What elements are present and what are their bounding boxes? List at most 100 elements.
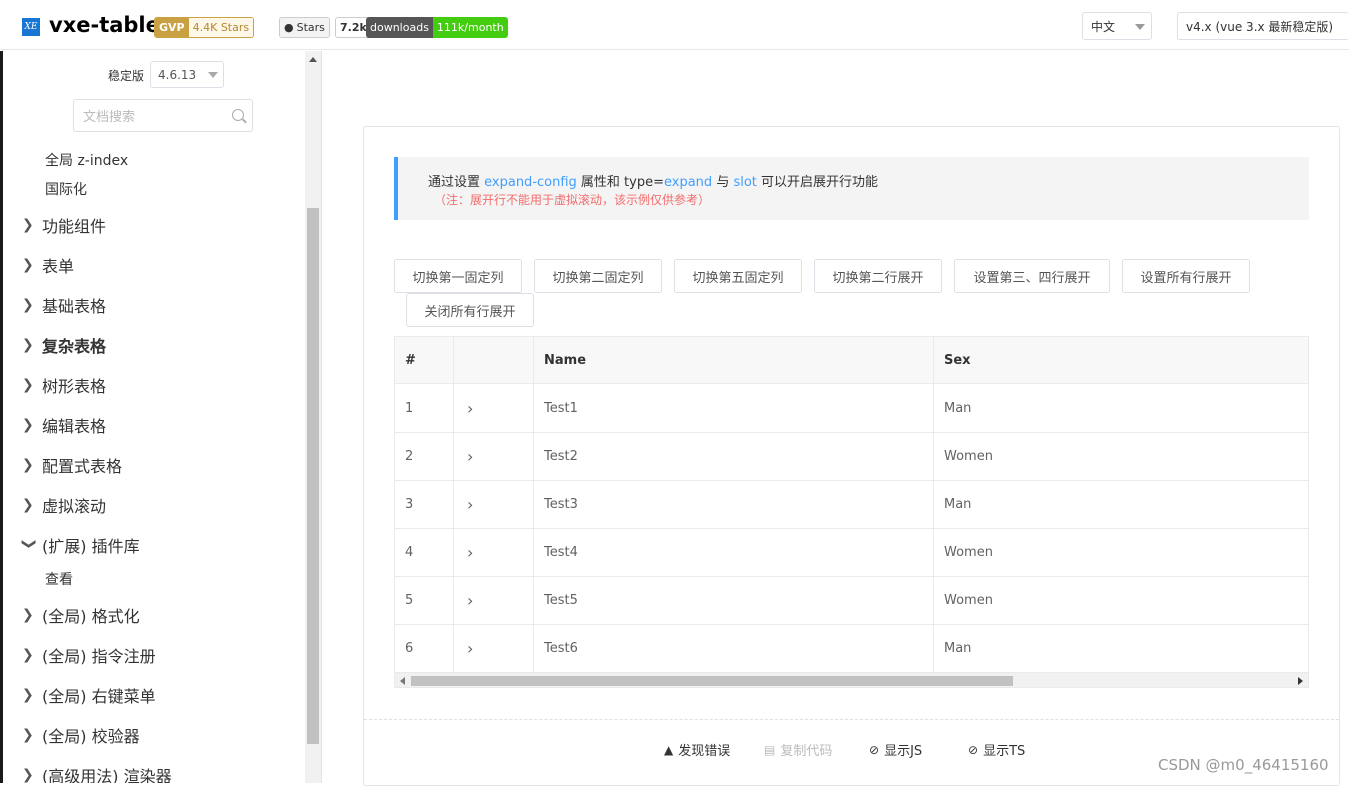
row-seq: 4 [405,545,414,560]
language-select-value: 中文 [1091,19,1116,34]
sidebar-item-label: (全局) 指令注册 [42,647,156,666]
sidebar-sub-view[interactable]: 查看 [45,569,73,589]
sidebar-item-label: 配置式表格 [42,457,123,476]
sidebar-item-context-menu[interactable]: ❯ (全局) 右键菜单 [22,683,156,707]
sidebar-sub-i18n[interactable]: 国际化 [45,179,87,199]
row-name[interactable]: Test1 [544,385,578,432]
sidebar-item-form[interactable]: ❯ 表单 [22,253,74,277]
chevron-right-icon[interactable]: › [467,625,473,672]
chevron-right-icon: ❯ [22,337,34,353]
toggle-first-fixed-button[interactable]: 切换第一固定列 [394,259,522,293]
sidebar-item-plugins[interactable]: ❯ (扩展) 插件库 [21,533,140,557]
chevron-right-icon: ❯ [22,297,34,313]
downloads-badge-value: 111k/month [432,17,508,38]
tip-text: 与 [712,175,734,190]
scroll-left-icon[interactable] [400,677,405,685]
row-seq: 1 [405,401,414,416]
sidebar-item-label: 树形表格 [42,377,107,396]
github-badge-label: ● Stars [280,18,329,37]
version-select[interactable]: v4.x (vue 3.x 最新稳定版) [1177,12,1349,40]
logo-icon[interactable]: XE [22,18,40,36]
toggle-second-row-expand-button[interactable]: 切换第二行展开 [814,259,942,293]
sidebar-item-label: (全局) 格式化 [42,607,140,626]
doc-search-input[interactable]: 文档搜索 [73,99,253,132]
toggle-second-fixed-button[interactable]: 切换第二固定列 [534,259,662,293]
expand-rows-3-4-button[interactable]: 设置第三、四行展开 [954,259,1110,293]
sidebar-item-tree-table[interactable]: ❯ 树形表格 [22,373,106,397]
sidebar-item-basic-table[interactable]: ❯ 基础表格 [22,293,106,317]
chevron-right-icon: ❯ [22,457,34,473]
chevron-right-icon[interactable]: › [467,529,473,576]
show-js-button[interactable]: ⊘ 显示JS [869,740,923,760]
report-error-label: 发现错误 [678,744,731,759]
tip-text: 通过设置 [428,175,485,190]
scroll-up-icon[interactable] [309,57,317,62]
sidebar-item-config-table[interactable]: ❯ 配置式表格 [22,453,122,477]
row-name[interactable]: Test3 [544,481,578,528]
sidebar-item-directives[interactable]: ❯ (全局) 指令注册 [22,643,156,667]
chevron-right-icon[interactable]: › [467,481,473,528]
table-scroll-thumb[interactable] [411,676,1013,686]
header-seq[interactable]: # [405,337,416,384]
sidebar-version-select[interactable]: 4.6.13 [150,61,224,88]
sidebar-item-edit-table[interactable]: ❯ 编辑表格 [22,413,106,437]
sidebar-item-complex-table[interactable]: ❯ 复杂表格 [22,333,106,357]
row-sex[interactable]: Man [944,481,971,528]
row-name[interactable]: Test2 [544,433,578,480]
chevron-right-icon: ❯ [22,607,34,623]
search-placeholder: 文档搜索 [83,110,136,125]
show-ts-button[interactable]: ⊘ 显示TS [968,740,1026,760]
row-sex[interactable]: Women [944,577,993,624]
sidebar-item-renderer[interactable]: ❯ (高级用法) 渲染器 [22,763,172,783]
sidebar-scroll-thumb[interactable] [307,208,319,744]
row-seq: 5 [405,593,414,608]
chevron-right-icon: ❯ [22,257,34,273]
github-stars-badge[interactable]: ● Stars [279,17,330,38]
chevron-down-icon: ❯ [21,538,37,550]
tip-keyword: expand [664,175,713,190]
row-divider [395,576,1308,577]
sidebar-sub-z-index[interactable]: 全局 z-index [45,150,128,170]
copy-code-button[interactable]: ▤ 复制代码 [764,740,832,760]
row-sex[interactable]: Man [944,625,971,672]
sidebar-item-formatter[interactable]: ❯ (全局) 格式化 [22,603,140,627]
sidebar-item-label: 复杂表格 [42,337,107,356]
chevron-down-icon [208,72,218,78]
collapse-all-rows-button[interactable]: 关闭所有行展开 [406,293,534,327]
sidebar-item-label: 功能组件 [42,217,107,236]
show-js-label: 显示JS [884,744,923,759]
brand-title[interactable]: vxe-table [49,13,160,37]
sidebar-item-feature-components[interactable]: ❯ 功能组件 [22,213,106,237]
sidebar-item-validator[interactable]: ❯ (全局) 校验器 [22,723,140,747]
chevron-right-icon[interactable]: › [467,577,473,624]
row-name[interactable]: Test5 [544,577,578,624]
row-sex[interactable]: Man [944,385,971,432]
header-name[interactable]: Name [544,337,586,384]
header-sex[interactable]: Sex [944,337,971,384]
row-sex[interactable]: Women [944,433,993,480]
gvp-stars-badge[interactable]: GVP 4.4K Stars [154,17,255,38]
sidebar-item-label: (全局) 校验器 [42,727,140,746]
chevron-right-icon: ❯ [22,647,34,663]
sidebar-scrollbar[interactable] [305,51,321,783]
sidebar-item-label: 虚拟滚动 [42,497,107,516]
chevron-right-icon[interactable]: › [467,385,473,432]
scroll-right-icon[interactable] [1298,677,1303,685]
downloads-badge[interactable]: downloads 111k/month [366,17,508,38]
chevron-right-icon: ❯ [22,497,34,513]
row-sex[interactable]: Women [944,529,993,576]
language-select[interactable]: 中文 [1082,12,1152,40]
eye-slash-icon: ⊘ [968,742,979,757]
report-error-button[interactable]: ▲ 发现错误 [664,740,731,760]
search-icon[interactable] [232,109,244,121]
sidebar-item-virtual-scroll[interactable]: ❯ 虚拟滚动 [22,493,106,517]
toggle-fifth-fixed-button[interactable]: 切换第五固定列 [674,259,802,293]
row-name[interactable]: Test6 [544,625,578,672]
sidebar-item-label: 编辑表格 [42,417,107,436]
expand-all-rows-button[interactable]: 设置所有行展开 [1122,259,1250,293]
chevron-right-icon[interactable]: › [467,433,473,480]
show-ts-label: 显示TS [983,744,1026,759]
row-name[interactable]: Test4 [544,529,578,576]
table-horizontal-scrollbar[interactable] [395,673,1308,687]
data-table: # Name Sex 1 › Test1 Man 2 › Test2 Women… [394,336,1309,688]
